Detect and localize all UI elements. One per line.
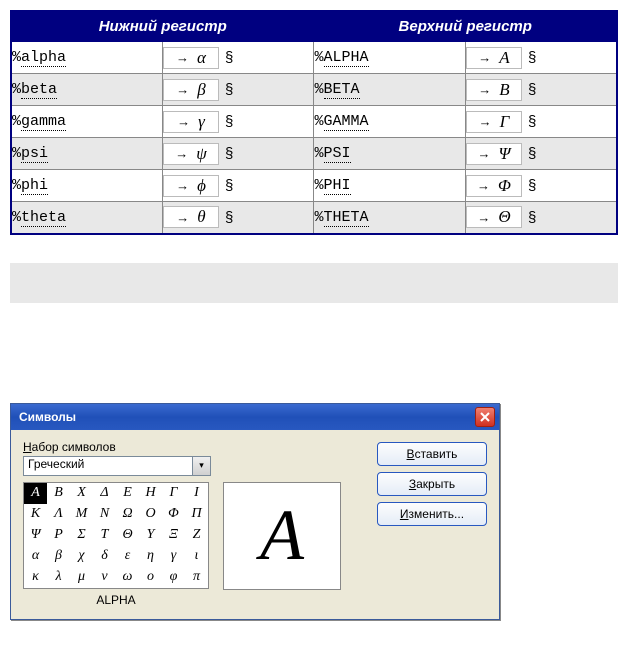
char-cell[interactable]: N	[93, 504, 116, 525]
symbol-cell: →β§	[162, 74, 314, 106]
symbol-cell: →Θ§	[465, 202, 617, 234]
char-cell[interactable]: T	[93, 525, 116, 546]
close-icon[interactable]	[475, 407, 495, 427]
char-cell[interactable]: Σ	[70, 525, 93, 546]
char-cell[interactable]: μ	[70, 567, 93, 588]
command-cell: %THETA	[314, 202, 465, 234]
char-cell[interactable]: O	[139, 504, 162, 525]
char-cell[interactable]: P	[47, 525, 70, 546]
char-cell[interactable]: Z	[185, 525, 208, 546]
char-grid[interactable]: ABXΔEHΓI KΛMNΩOΦΠ ΨPΣTΘYΞZαβχδεηγι κλμνωoφπ	[23, 482, 209, 589]
symbols-dialog: Символы Набор символов Греческий ▾ ABXΔE…	[10, 403, 500, 620]
char-cell[interactable]: o	[139, 567, 162, 588]
arrow-box: →β	[163, 79, 219, 101]
arrow-box: →Φ	[466, 175, 522, 197]
command-cell: %PSI	[314, 138, 465, 170]
arrow-box: →B	[466, 79, 522, 101]
arrow-box: →ψ	[163, 143, 219, 165]
gray-strip	[10, 263, 618, 303]
arrow-box: →Γ	[466, 111, 522, 133]
symbol-cell: →Φ§	[465, 170, 617, 202]
command-cell: %beta	[11, 74, 162, 106]
arrow-box: →α	[163, 47, 219, 69]
symbol-cell: →ϕ§	[162, 170, 314, 202]
chevron-down-icon[interactable]: ▾	[193, 456, 211, 476]
char-cell[interactable]: E	[116, 483, 139, 504]
char-cell[interactable]: Γ	[162, 483, 185, 504]
char-cell[interactable]: Δ	[93, 483, 116, 504]
arrow-box: →ϕ	[163, 175, 219, 197]
command-cell: %phi	[11, 170, 162, 202]
char-cell[interactable]: ω	[116, 567, 139, 588]
char-cell[interactable]: I	[185, 483, 208, 504]
char-cell[interactable]: φ	[162, 567, 185, 588]
selected-name: ALPHA	[23, 593, 209, 607]
command-cell: %BETA	[314, 74, 465, 106]
symbol-cell: →Γ§	[465, 106, 617, 138]
char-cell[interactable]: κ	[24, 567, 47, 588]
char-cell[interactable]: η	[139, 546, 162, 567]
char-cell[interactable]: M	[70, 504, 93, 525]
header-upper: Верхний регистр	[314, 11, 617, 42]
edit-button[interactable]: Изменить...	[377, 502, 487, 526]
arrow-box: →γ	[163, 111, 219, 133]
char-cell[interactable]: ν	[93, 567, 116, 588]
command-cell: %ALPHA	[314, 42, 465, 74]
char-cell[interactable]: π	[185, 567, 208, 588]
command-cell: %PHI	[314, 170, 465, 202]
charset-value[interactable]: Греческий	[23, 456, 193, 476]
char-cell[interactable]: Φ	[162, 504, 185, 525]
char-cell[interactable]: Ξ	[162, 525, 185, 546]
char-cell[interactable]: K	[24, 504, 47, 525]
command-cell: %GAMMA	[314, 106, 465, 138]
char-cell[interactable]: β	[47, 546, 70, 567]
char-cell[interactable]: Ψ	[24, 525, 47, 546]
dialog-title: Символы	[19, 410, 76, 424]
symbol-cell: →α§	[162, 42, 314, 74]
symbol-cell: →B§	[465, 74, 617, 106]
char-cell[interactable]: Π	[185, 504, 208, 525]
charset-label: Набор символов	[23, 440, 367, 454]
arrow-box: →θ	[163, 206, 219, 228]
arrow-box: →Ψ	[466, 143, 522, 165]
command-cell: %gamma	[11, 106, 162, 138]
char-cell[interactable]: ε	[116, 546, 139, 567]
symbol-cell: →ψ§	[162, 138, 314, 170]
char-cell[interactable]: H	[139, 483, 162, 504]
symbol-cell: →Ψ§	[465, 138, 617, 170]
char-cell[interactable]: χ	[70, 546, 93, 567]
char-cell[interactable]: X	[70, 483, 93, 504]
char-cell[interactable]: Ω	[116, 504, 139, 525]
char-cell[interactable]: ι	[185, 546, 208, 567]
char-cell[interactable]: λ	[47, 567, 70, 588]
preview-glyph: A	[223, 482, 341, 590]
charset-combo[interactable]: Греческий ▾	[23, 456, 211, 476]
header-lower: Нижний регистр	[11, 11, 314, 42]
symbol-cell: →A§	[465, 42, 617, 74]
char-cell[interactable]: δ	[93, 546, 116, 567]
command-cell: %theta	[11, 202, 162, 234]
symbol-cell: →θ§	[162, 202, 314, 234]
registry-table: Нижний регистр Верхний регистр %alpha→α§…	[10, 10, 618, 235]
char-cell[interactable]: Λ	[47, 504, 70, 525]
command-cell: %alpha	[11, 42, 162, 74]
char-cell[interactable]: B	[47, 483, 70, 504]
command-cell: %psi	[11, 138, 162, 170]
symbol-cell: →γ§	[162, 106, 314, 138]
char-cell[interactable]: Y	[139, 525, 162, 546]
char-cell[interactable]: A	[24, 483, 47, 504]
dialog-titlebar: Символы	[11, 404, 499, 430]
insert-button[interactable]: Вставить	[377, 442, 487, 466]
arrow-box: →Θ	[466, 206, 522, 228]
char-cell[interactable]: α	[24, 546, 47, 567]
char-cell[interactable]: γ	[162, 546, 185, 567]
close-button[interactable]: Закрыть	[377, 472, 487, 496]
arrow-box: →A	[466, 47, 522, 69]
char-cell[interactable]: Θ	[116, 525, 139, 546]
